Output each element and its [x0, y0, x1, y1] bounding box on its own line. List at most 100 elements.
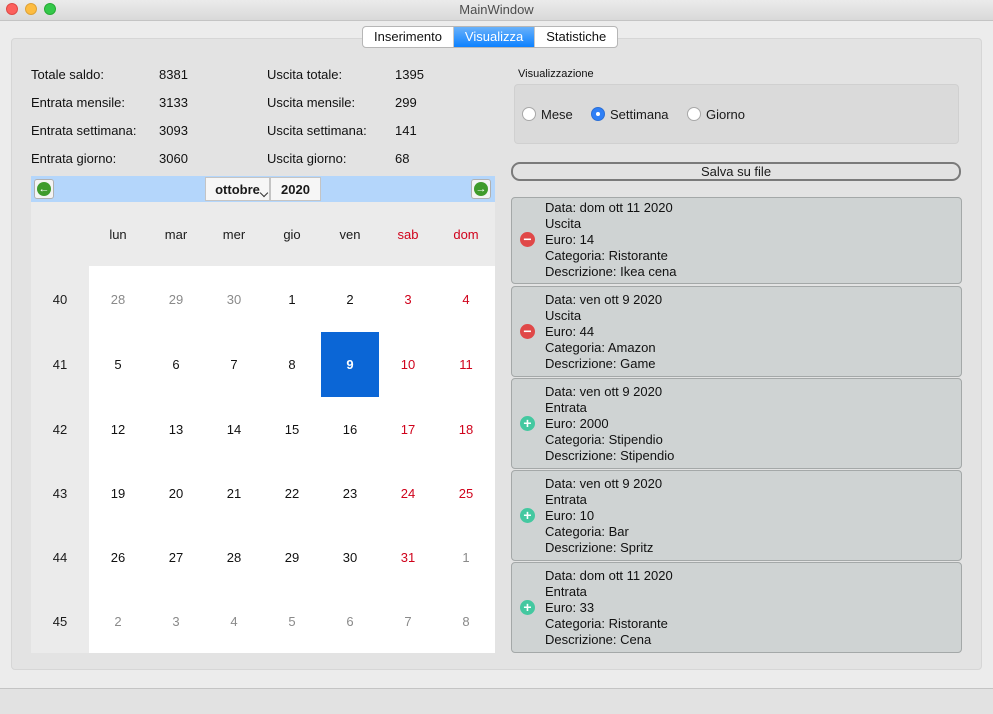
- calendar-day[interactable]: 14: [205, 422, 263, 437]
- tab-statistiche[interactable]: Statistiche: [535, 27, 617, 47]
- window-title: MainWindow: [459, 2, 534, 17]
- entry-line: Entrata: [545, 584, 587, 599]
- calendar-day[interactable]: 2: [89, 614, 147, 629]
- entry-line: Entrata: [545, 492, 587, 507]
- calendar-day[interactable]: 1: [437, 550, 495, 565]
- prev-month-button[interactable]: ←: [34, 179, 54, 199]
- plus-circle-icon: +: [520, 600, 535, 615]
- entry-card[interactable]: + Data: ven ott 9 2020 Entrata Euro: 10 Cate…: [511, 470, 962, 561]
- radio-giorno[interactable]: Giorno: [687, 105, 745, 123]
- uscita-settimana-label: Uscita settimana:: [267, 123, 367, 138]
- calendar-day[interactable]: 3: [147, 614, 205, 629]
- entry-line: Entrata: [545, 400, 587, 415]
- tab-inserimento[interactable]: Inserimento: [363, 27, 454, 47]
- calendar-day[interactable]: 15: [263, 422, 321, 437]
- entry-line: Categoria: Stipendio: [545, 432, 663, 447]
- uscita-mensile-label: Uscita mensile:: [267, 95, 356, 110]
- entrata-giorno-label: Entrata giorno:: [31, 151, 117, 166]
- calendar-day[interactable]: 18: [437, 422, 495, 437]
- calendar-day[interactable]: 22: [263, 486, 321, 501]
- calendar-day[interactable]: 24: [379, 486, 437, 501]
- calendar-day[interactable]: 29: [263, 550, 321, 565]
- week-number: 41: [52, 357, 68, 372]
- save-to-file-button[interactable]: Salva su file: [511, 162, 961, 181]
- calendar-day[interactable]: 6: [147, 357, 205, 372]
- entry-card[interactable]: + Data: ven ott 9 2020 Entrata Euro: 2000 Ca…: [511, 378, 962, 469]
- entry-card[interactable]: − Data: dom ott 11 2020 Uscita Euro: 14 Cate…: [511, 197, 962, 284]
- entry-line: Euro: 14: [545, 232, 595, 247]
- weekday-header: dom: [453, 227, 479, 242]
- entry-line: Data: ven ott 9 2020: [545, 292, 663, 307]
- calendar-day[interactable]: 4: [437, 292, 495, 307]
- calendar-day[interactable]: 1: [263, 292, 321, 307]
- radio-mese[interactable]: Mese: [522, 105, 573, 123]
- chevron-down-icon: [259, 188, 269, 198]
- radio-indicator: [687, 107, 701, 121]
- year-selector[interactable]: 2020: [270, 177, 321, 201]
- calendar-day[interactable]: 27: [147, 550, 205, 565]
- calendar-day[interactable]: 8: [263, 357, 321, 372]
- calendar-day[interactable]: 5: [263, 614, 321, 629]
- radio-settimana[interactable]: Settimana: [591, 105, 669, 123]
- month-selector[interactable]: ottobre: [205, 177, 270, 201]
- weekday-header: lun: [109, 227, 127, 242]
- calendar-day[interactable]: 12: [89, 422, 147, 437]
- entry-line: Uscita: [545, 216, 582, 231]
- calendar-day[interactable]: 19: [89, 486, 147, 501]
- entry-line: Data: dom ott 11 2020: [545, 568, 673, 583]
- entry-line: Descrizione: Ikea cena: [545, 264, 677, 279]
- calendar-day[interactable]: 4: [205, 614, 263, 629]
- entry-line: Descrizione: Cena: [545, 632, 652, 647]
- title-bar: MainWindow: [0, 0, 993, 21]
- entry-card[interactable]: + Data: dom ott 11 2020 Entrata Euro: 33 Cat…: [511, 562, 962, 653]
- calendar-day-selected[interactable]: 9: [321, 357, 379, 372]
- plus-circle-icon: +: [520, 508, 535, 523]
- calendar-day[interactable]: 13: [147, 422, 205, 437]
- entry-line: Data: ven ott 9 2020: [545, 476, 663, 491]
- entry-line: Categoria: Ristorante: [545, 248, 668, 263]
- tab-visualizza[interactable]: Visualizza: [453, 27, 536, 47]
- entry-card[interactable]: − Data: ven ott 9 2020 Uscita Euro: 44 Categ…: [511, 286, 962, 377]
- calendar-day[interactable]: 3: [379, 292, 437, 307]
- calendar-day[interactable]: 2: [321, 292, 379, 307]
- calendar-day[interactable]: 21: [205, 486, 263, 501]
- radio-giorno-label: Giorno: [706, 106, 746, 122]
- calendar-day[interactable]: 5: [89, 357, 147, 372]
- calendar-day[interactable]: 7: [379, 614, 437, 629]
- entrata-mensile-label: Entrata mensile:: [31, 95, 125, 110]
- calendar-day[interactable]: 28: [205, 550, 263, 565]
- entry-line: Data: dom ott 11 2020: [545, 200, 673, 215]
- entry-line: Descrizione: Stipendio: [545, 448, 675, 463]
- entry-line: Euro: 33: [545, 600, 595, 615]
- calendar-day[interactable]: 16: [321, 422, 379, 437]
- calendar-day[interactable]: 8: [437, 614, 495, 629]
- calendar-day[interactable]: 30: [321, 550, 379, 565]
- calendar-day[interactable]: 23: [321, 486, 379, 501]
- calendar-day[interactable]: 31: [379, 550, 437, 565]
- entry-line: Descrizione: Spritz: [545, 540, 654, 555]
- calendar-day[interactable]: 26: [89, 550, 147, 565]
- status-bar: [0, 688, 993, 714]
- calendar-day[interactable]: 10: [379, 357, 437, 372]
- calendar-day[interactable]: 20: [147, 486, 205, 501]
- calendar-widget[interactable]: ← ottobre 2020 → lun mar mer gio ven sab dom 40…: [31, 176, 495, 653]
- calendar-day[interactable]: 25: [437, 486, 495, 501]
- calendar-day[interactable]: 29: [147, 292, 205, 307]
- calendar-day[interactable]: 17: [379, 422, 437, 437]
- radio-mese-label: Mese: [541, 106, 573, 122]
- entrata-settimana-label: Entrata settimana:: [31, 123, 137, 138]
- calendar-day[interactable]: 28: [89, 292, 147, 307]
- arrow-right-icon: →: [474, 182, 488, 196]
- calendar-day[interactable]: 7: [205, 357, 263, 372]
- entry-line: Categoria: Bar: [545, 524, 629, 539]
- next-month-button[interactable]: →: [471, 179, 491, 199]
- uscita-giorno-value: 68: [395, 151, 410, 166]
- calendar-day[interactable]: 6: [321, 614, 379, 629]
- entrata-mensile-value: 3133: [159, 95, 188, 110]
- entrata-giorno-value: 3060: [159, 151, 188, 166]
- entry-line: Data: ven ott 9 2020: [545, 384, 663, 399]
- calendar-nav-bar: ← ottobre 2020 →: [31, 176, 495, 202]
- entry-line: Categoria: Ristorante: [545, 616, 668, 631]
- calendar-day[interactable]: 30: [205, 292, 263, 307]
- calendar-day[interactable]: 11: [437, 357, 495, 372]
